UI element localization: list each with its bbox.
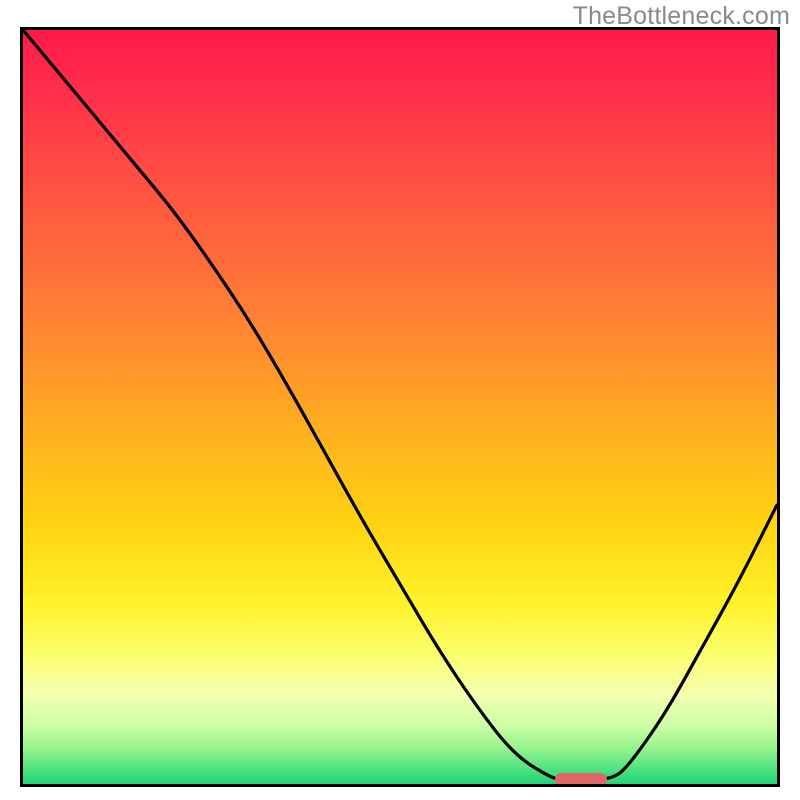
chart-stage: TheBottleneck.com: [0, 0, 800, 800]
plot-frame: [20, 27, 780, 787]
optimal-range-marker: [555, 773, 608, 785]
line-series-curve: [23, 30, 777, 780]
chart-svg: [23, 30, 777, 784]
